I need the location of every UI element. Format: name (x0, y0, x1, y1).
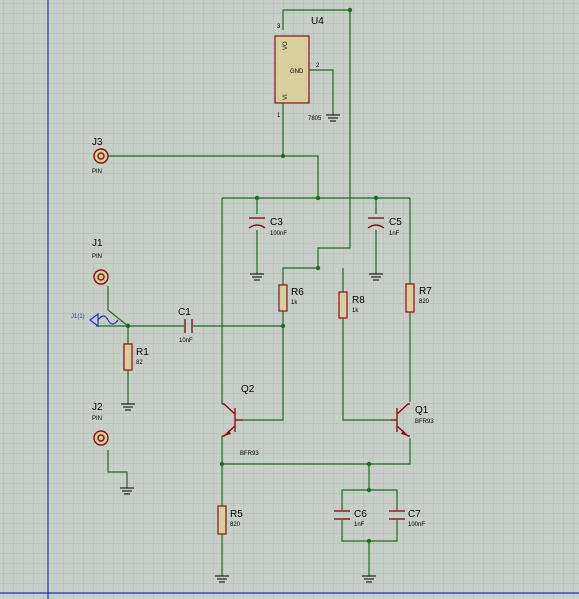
r7-value: 820 (419, 299, 430, 305)
r6-ref: R6 (291, 287, 304, 298)
j2-ref: J2 (92, 402, 103, 413)
u4-ref: U4 (311, 16, 324, 27)
c6-ref: C6 (354, 509, 367, 520)
c3-value: 100nF (270, 231, 287, 237)
j1-type: PIN (92, 254, 102, 260)
q1-ref: Q1 (415, 405, 429, 416)
u4-vo-pin-label: VO (283, 41, 289, 50)
q2-ref: Q2 (241, 384, 255, 395)
generator-label: J1(1) (71, 314, 85, 320)
schematic-canvas[interactable]: U4 VO VI GND 3 2 1 7805 J3 PIN J1 PIN J2… (0, 0, 579, 599)
c7-value: 100nF (408, 522, 425, 528)
r5-ref: R5 (230, 509, 243, 520)
q1-part: BFR93 (415, 419, 434, 425)
j2-type: PIN (92, 416, 102, 422)
c1-ref: C1 (178, 307, 191, 318)
r5-value: 820 (230, 522, 241, 528)
q2-part: BFR93 (240, 451, 259, 457)
u4-part: 7805 (308, 116, 322, 122)
r6-value: 1k (291, 300, 298, 306)
r8-ref: R8 (352, 295, 365, 306)
c5-ref: C5 (389, 217, 402, 228)
r1-ref: R1 (136, 347, 149, 358)
r7-ref: R7 (419, 286, 432, 297)
c3-ref: C3 (270, 217, 283, 228)
r1-value: 82 (136, 360, 143, 366)
j3-ref: J3 (92, 137, 103, 148)
u4-gnd-pin-label: GND (290, 69, 304, 75)
r8-value: 1k (352, 308, 359, 314)
c7-ref: C7 (408, 509, 421, 520)
c5-value: 1nF (389, 231, 400, 237)
u4-vi-pin-label: VI (283, 94, 289, 100)
c6-value: 1nF (354, 522, 365, 528)
j1-ref: J1 (92, 238, 103, 249)
c1-value: 10nF (179, 338, 193, 344)
j3-type: PIN (92, 169, 102, 175)
